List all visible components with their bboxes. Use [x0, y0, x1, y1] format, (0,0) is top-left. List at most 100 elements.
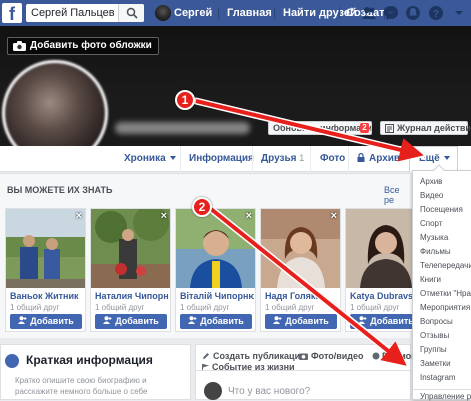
add-friend-icon [273, 316, 282, 324]
tab-archive-label: Архив [369, 153, 401, 164]
person-name[interactable]: Надя Голяка [265, 291, 339, 301]
person-photo[interactable]: × [91, 209, 170, 288]
top-navigation-bar: f Сергей Пальцев Сергей Главная Найти др… [0, 0, 471, 26]
composer-divider [196, 370, 412, 371]
avatar [204, 382, 222, 400]
add-friend-icon [358, 316, 367, 324]
tab-friends-label: Друзья [261, 153, 297, 164]
svg-text:?: ? [433, 9, 439, 20]
facebook-logo-icon[interactable]: f [2, 3, 22, 24]
close-icon[interactable]: × [246, 210, 252, 222]
composer-placeholder[interactable]: Что у вас нового? [228, 386, 310, 397]
tab-friends[interactable]: Друзья 1 [261, 146, 304, 172]
mutual-friends[interactable]: 1 общий друг [265, 303, 314, 312]
chevron-down-icon [443, 156, 450, 161]
menu-item-likes[interactable]: Отметки "Нравится" [420, 289, 471, 298]
close-icon[interactable]: × [161, 210, 167, 222]
menu-item-tv[interactable]: Телепередачи [420, 261, 471, 270]
pymk-see-all-link[interactable]: Все ре [384, 185, 410, 205]
mutual-friends[interactable]: 1 общий друг [350, 303, 399, 312]
person-photo-image [261, 209, 340, 288]
home-link[interactable]: Главная [227, 0, 272, 26]
tab-archive[interactable]: Архив [357, 146, 400, 172]
profile-tabs: Хроника Информация Друзья 1 Фото Архив [0, 146, 471, 172]
menu-item-sports[interactable]: Спорт [420, 219, 471, 228]
menu-item-instagram[interactable]: Instagram [420, 373, 471, 382]
add-friend-icon [103, 316, 112, 324]
tab-divider [348, 146, 349, 172]
chevron-down-icon [169, 156, 176, 161]
close-icon[interactable]: × [76, 210, 82, 222]
live-video-icon [372, 352, 380, 360]
person-photo[interactable]: × [176, 209, 255, 288]
activity-log-button[interactable]: Журнал действий [380, 121, 471, 135]
pymk-card: × Надя Голяка 1 общий друг Добавить [260, 208, 341, 332]
menu-item-books[interactable]: Книги [420, 275, 471, 284]
nav-divider [274, 7, 275, 19]
update-info-button[interactable]: Обновить информацию [268, 121, 372, 135]
person-name[interactable]: Віталій Чипорнюк [180, 291, 254, 301]
account-menu-icon[interactable] [450, 4, 468, 22]
intro-text[interactable]: Кратко опишите свою биографию и расскажи… [15, 375, 187, 397]
search-icon [126, 7, 138, 19]
menu-item-events[interactable]: Мероприятия [420, 303, 471, 312]
menu-item-movies[interactable]: Фильмы [420, 247, 471, 256]
add-friend-label: Добавить [285, 316, 329, 326]
create-post-label: Создать публикацию [213, 351, 308, 361]
friends-icon[interactable] [360, 4, 378, 22]
camera-icon [13, 41, 26, 51]
search-button[interactable] [118, 4, 144, 22]
close-icon[interactable]: × [331, 210, 337, 222]
menu-item-archive[interactable]: Архив [420, 177, 471, 186]
camera-icon [299, 353, 308, 360]
person-name[interactable]: Наталия Чипорн... [95, 291, 169, 301]
live-video-button[interactable]: Прямой [372, 351, 417, 361]
tab-timeline[interactable]: Хроника [124, 146, 176, 172]
help-icon[interactable]: ? [427, 4, 445, 22]
activity-log-label: Журнал действий [397, 123, 471, 133]
intro-panel: Краткая информация Кратко опишите свою б… [0, 344, 191, 400]
pencil-icon [203, 353, 209, 359]
photo-video-button[interactable]: Фото/видео [299, 351, 364, 361]
menu-item-manage-sections[interactable]: Управление разделами [413, 389, 471, 401]
more-dropdown-menu: Архив Видео Посещения Спорт Музыка Фильм… [412, 164, 471, 401]
tab-photos[interactable]: Фото [320, 146, 345, 172]
tab-about[interactable]: Информация [189, 146, 254, 172]
notifications-icon[interactable] [404, 4, 422, 22]
messenger-icon[interactable] [382, 4, 400, 22]
add-friend-button[interactable]: Добавить [265, 314, 337, 329]
person-photo[interactable]: × [261, 209, 340, 288]
tab-divider [252, 146, 253, 172]
menu-item-questions[interactable]: Вопросы [420, 317, 471, 326]
person-photo-image [91, 209, 170, 288]
mutual-friends[interactable]: 1 общий друг [10, 303, 59, 312]
add-friend-button[interactable]: Добавить [180, 314, 252, 329]
intro-title: Краткая информация [26, 353, 153, 367]
menu-item-groups[interactable]: Группы [420, 345, 471, 354]
create-post-button[interactable]: Создать публикацию [202, 351, 308, 361]
add-friend-label: Добавить [370, 316, 414, 326]
menu-item-notes[interactable]: Заметки [420, 359, 471, 368]
person-photo[interactable]: × [6, 209, 85, 288]
tab-divider [180, 146, 181, 172]
tab-timeline-label: Хроника [124, 153, 166, 164]
add-friend-button[interactable]: Добавить [10, 314, 82, 329]
globe-info-icon [5, 354, 19, 368]
menu-item-music[interactable]: Музыка [420, 233, 471, 242]
menu-item-reviews[interactable]: Отзывы [420, 331, 471, 340]
photo-video-label: Фото/видео [311, 351, 364, 361]
add-cover-photo-label: Добавить фото обложки [30, 40, 152, 51]
pymk-card: × Ваньок Житник 1 общий друг Добавить [5, 208, 86, 332]
add-cover-photo-button[interactable]: Добавить фото обложки [7, 37, 159, 55]
pymk-title: ВЫ МОЖЕТЕ ИХ ЗНАТЬ [7, 185, 113, 195]
mutual-friends[interactable]: 1 общий друг [180, 303, 229, 312]
add-friend-label: Добавить [30, 316, 74, 326]
profile-name-blurred [115, 122, 250, 134]
add-friend-button[interactable]: Добавить [95, 314, 167, 329]
menu-item-checkins[interactable]: Посещения [420, 205, 471, 214]
person-name[interactable]: Ваньок Житник [10, 291, 84, 301]
profile-link[interactable]: Сергей [174, 0, 212, 26]
user-avatar[interactable] [155, 5, 171, 21]
mutual-friends[interactable]: 1 общий друг [95, 303, 144, 312]
menu-item-video[interactable]: Видео [420, 191, 471, 200]
